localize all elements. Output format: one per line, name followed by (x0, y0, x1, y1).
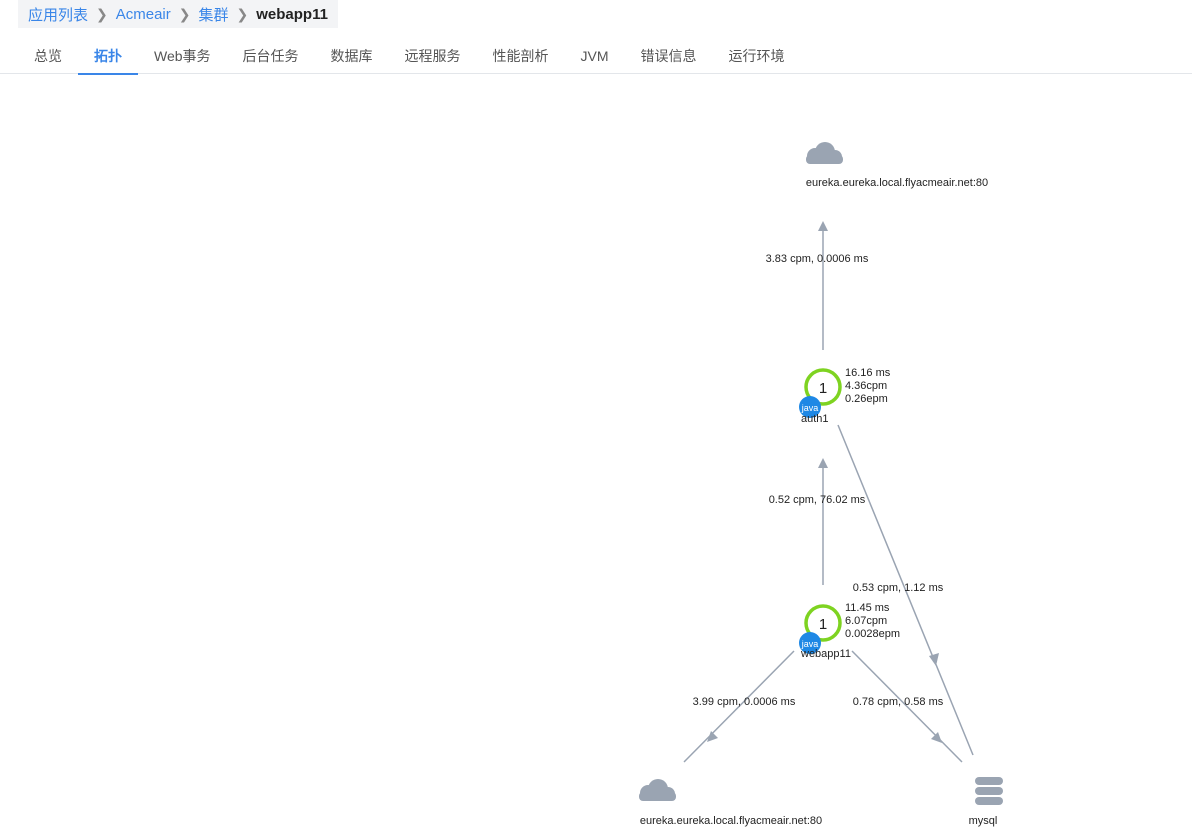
node-label: mysql (969, 815, 998, 827)
breadcrumb: 应用列表 ❯ Acmeair ❯ 集群 ❯ webapp11 (18, 0, 338, 28)
instance-count: 1 (819, 380, 827, 397)
cloud-icon (639, 779, 676, 801)
arrow-down-right-icon (931, 732, 942, 743)
edge-webapp-to-eureka[interactable]: 3.99 cpm, 0.0006 ms (683, 650, 796, 763)
chevron-right-icon: ❯ (236, 5, 249, 22)
edge-label: 0.52 cpm, 76.02 ms (769, 494, 866, 506)
node-metric: 4.36cpm (845, 380, 887, 392)
node-metric: 0.0028epm (845, 628, 900, 640)
node-metric: 0.26epm (845, 393, 888, 405)
breadcrumb-acmeair[interactable]: Acmeair (116, 6, 171, 23)
tab-jvm[interactable]: JVM (565, 38, 625, 74)
node-label: eureka.eureka.local.flyacmeair.net:80 (806, 177, 988, 189)
tab-runtime-env[interactable]: 运行环境 (713, 38, 801, 74)
breadcrumb-current: webapp11 (256, 5, 328, 23)
arrow-up-icon (818, 221, 828, 231)
node-auth1[interactable]: 1 java 16.16 ms 4.36cpm 0.26epm auth1 (799, 367, 891, 425)
node-eureka-top[interactable]: eureka.eureka.local.flyacmeair.net:80 (806, 142, 988, 189)
node-eureka-bottom[interactable]: eureka.eureka.local.flyacmeair.net:80 (639, 779, 822, 827)
edge-label: 0.53 cpm, 1.12 ms (853, 582, 944, 594)
edge-label: 0.78 cpm, 0.58 ms (853, 696, 944, 708)
node-mysql[interactable]: mysql (969, 777, 1003, 827)
database-icon (975, 777, 1003, 805)
breadcrumb-cluster[interactable]: 集群 (199, 4, 229, 25)
node-metric: 16.16 ms (845, 367, 891, 379)
chevron-right-icon: ❯ (178, 5, 191, 22)
node-metric: 11.45 ms (845, 602, 890, 614)
edge-webapp-to-auth1[interactable]: 0.52 cpm, 76.02 ms (769, 458, 866, 585)
cloud-icon (806, 142, 843, 164)
tab-database[interactable]: 数据库 (315, 38, 389, 74)
arrow-down-icon (929, 653, 939, 666)
edge-auth1-to-eureka[interactable]: 3.83 cpm, 0.0006 ms (766, 221, 869, 350)
breadcrumb-app-list[interactable]: 应用列表 (28, 4, 88, 25)
tab-bar: 总览 拓扑 Web事务 后台任务 数据库 远程服务 性能剖析 JVM 错误信息 … (0, 38, 1192, 75)
node-label: auth1 (801, 413, 829, 425)
tab-topology[interactable]: 拓扑 (78, 38, 138, 75)
edge-label: 3.99 cpm, 0.0006 ms (693, 696, 796, 708)
edge-label: 3.83 cpm, 0.0006 ms (766, 253, 869, 265)
tab-overview[interactable]: 总览 (18, 38, 78, 74)
topology-graph[interactable]: 3.83 cpm, 0.0006 ms 0.52 cpm, 76.02 ms 0… (0, 75, 1192, 840)
chevron-right-icon: ❯ (96, 5, 108, 22)
java-badge-label: java (801, 403, 819, 413)
tab-profiling[interactable]: 性能剖析 (477, 38, 565, 74)
tab-remote-services[interactable]: 远程服务 (389, 38, 477, 74)
tab-background-tasks[interactable]: 后台任务 (227, 38, 315, 74)
arrow-up-icon (818, 458, 828, 468)
instance-count: 1 (819, 616, 827, 633)
node-label: eureka.eureka.local.flyacmeair.net:80 (640, 815, 822, 827)
node-label: webapp11 (800, 648, 851, 660)
node-webapp11[interactable]: 1 java 11.45 ms 6.07cpm 0.0028epm webapp… (799, 602, 900, 660)
node-metric: 6.07cpm (845, 615, 887, 627)
tab-web-transactions[interactable]: Web事务 (138, 38, 227, 74)
edge-webapp-to-mysql[interactable]: 0.78 cpm, 0.58 ms (851, 650, 963, 763)
tab-errors[interactable]: 错误信息 (625, 38, 713, 74)
